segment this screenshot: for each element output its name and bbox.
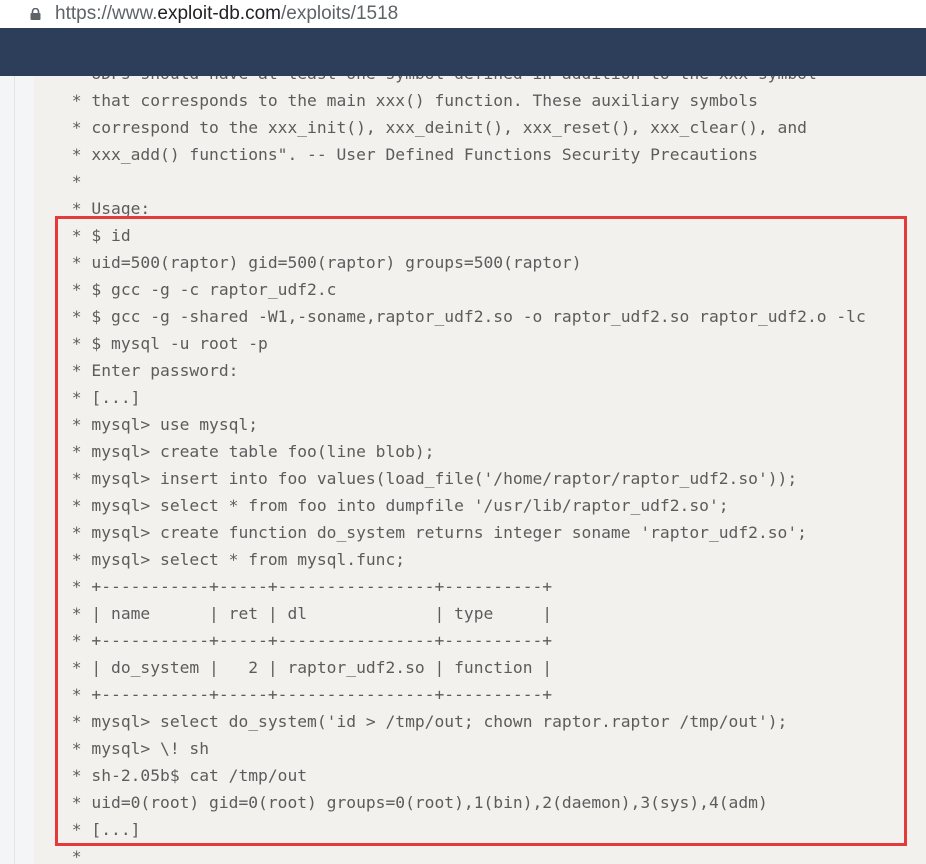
code-line: * correspond to the xxx_init(), xxx_dein… (62, 118, 807, 137)
site-header (0, 28, 926, 76)
code-line: * that corresponds to the main xxx() fun… (62, 91, 758, 110)
url-prefix: https://www. (55, 3, 158, 24)
code-line: * UDFs should have at least one symbol d… (62, 76, 866, 87)
browser-address-bar[interactable]: https://www.exploit-db.com/exploits/1518 (0, 0, 926, 28)
url-path: /exploits/1518 (280, 3, 399, 24)
code-line: * xxx_add() functions". -- User Defined … (62, 145, 758, 164)
left-divider (14, 76, 15, 864)
code-line: * (62, 172, 82, 191)
url-domain: exploit-db.com (157, 3, 281, 24)
url-text[interactable]: https://www.exploit-db.com/exploits/1518 (55, 2, 398, 26)
highlight-annotation-box (55, 216, 907, 846)
lock-icon (30, 8, 41, 20)
code-line: * (62, 847, 82, 864)
